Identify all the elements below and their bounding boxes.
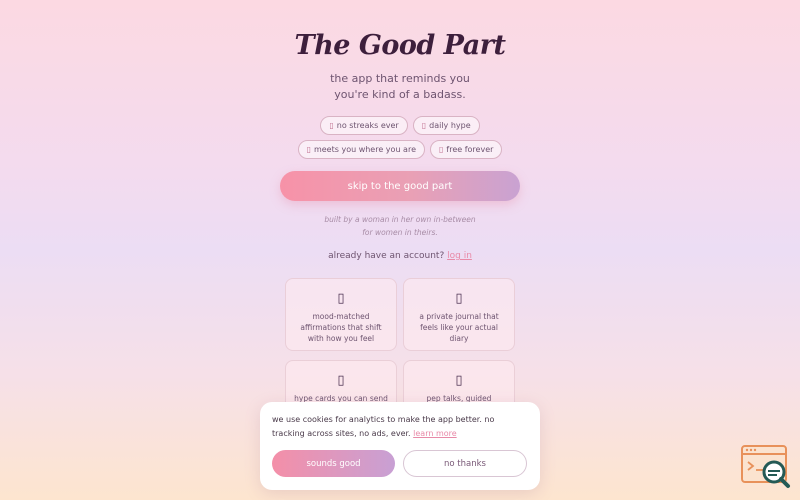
page-title: The Good Part <box>294 30 506 61</box>
pills-row-1: ▯ no streaks ever ▯ daily hype <box>0 116 800 135</box>
accept-cookies-button[interactable]: sounds good <box>272 450 395 477</box>
tagline: built by a woman in her own in-between f… <box>0 213 800 239</box>
feature-card-journal: ▯ a private journal that feels like your… <box>403 278 515 351</box>
account-prompt: already have an account? log in <box>0 251 800 261</box>
pill-label: daily hype <box>429 121 471 130</box>
feature-card-affirmations: ▯ mood-matched affirmations that shift w… <box>285 278 397 351</box>
daily-hype-icon: ▯ <box>421 121 427 130</box>
account-prompt-text: already have an account? <box>328 251 445 261</box>
free-forever-icon: ▯ <box>439 145 444 154</box>
skip-to-good-part-button[interactable]: skip to the good part <box>280 171 520 201</box>
cookie-banner: we use cookies for analytics to make the… <box>260 402 540 490</box>
subtitle-line-2: you're kind of a badass. <box>334 88 466 101</box>
meets-you-icon: ▯ <box>306 145 311 154</box>
log-in-link[interactable]: log in <box>447 251 472 261</box>
cookie-text: we use cookies for analytics to make the… <box>272 413 528 441</box>
feature-text: a private journal that feels like your a… <box>419 312 499 343</box>
journal-icon: ▯ <box>455 291 463 306</box>
decline-cookies-button[interactable]: no thanks <box>403 450 527 477</box>
learn-more-link[interactable]: learn more <box>413 429 457 438</box>
hype-card-icon: ▯ <box>337 373 345 388</box>
pill-free-forever: ▯ free forever <box>430 140 503 159</box>
subtitle: the app that reminds you you're kind of … <box>0 71 800 103</box>
tagline-line-1: built by a woman in her own in-between <box>324 215 476 224</box>
pill-daily-hype: ▯ daily hype <box>412 116 480 135</box>
subtitle-line-1: the app that reminds you <box>330 72 470 85</box>
pills-row-2: ▯ meets you where you are ▯ free forever <box>0 140 800 159</box>
affirmation-icon: ▯ <box>337 291 345 306</box>
pill-no-streaks: ▯ no streaks ever <box>320 116 408 135</box>
pep-talk-icon: ▯ <box>455 373 463 388</box>
cookie-buttons: sounds good no thanks <box>272 450 527 477</box>
no-streaks-icon: ▯ <box>329 121 334 130</box>
search-code-icon <box>741 445 790 488</box>
search-code-widget-icon[interactable] <box>740 444 792 490</box>
pill-label: no streaks ever <box>336 121 399 130</box>
pill-label: meets you where you are <box>313 145 416 154</box>
tagline-line-2: for women in theirs. <box>362 228 438 237</box>
feature-text: mood-matched affirmations that shift wit… <box>300 312 382 343</box>
pill-meets-you: ▯ meets you where you are <box>297 140 425 159</box>
pill-label: free forever <box>446 145 494 154</box>
cookie-message: we use cookies for analytics to make the… <box>272 415 495 438</box>
